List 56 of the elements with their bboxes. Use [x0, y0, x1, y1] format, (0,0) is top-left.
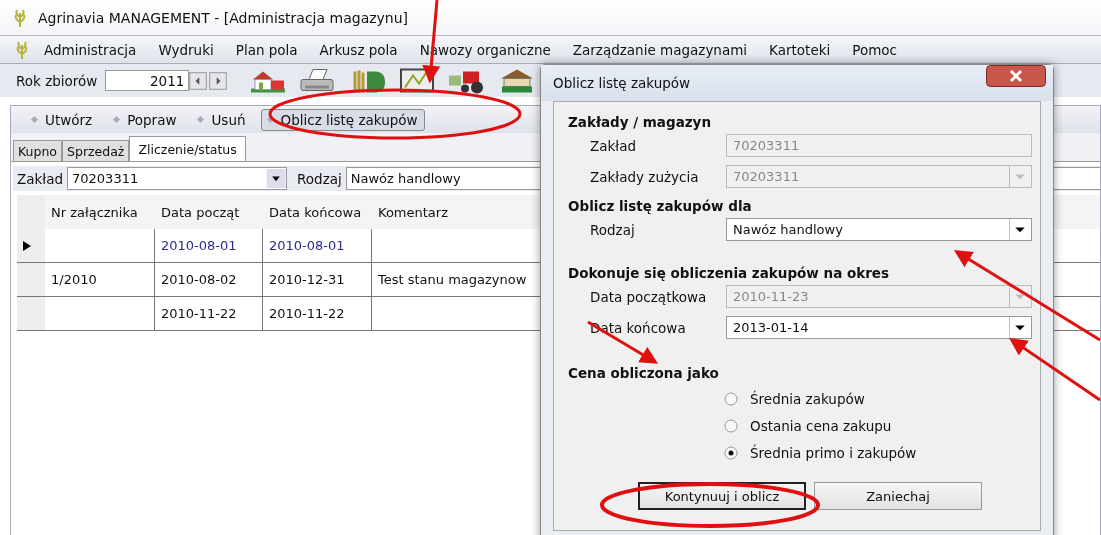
left-arrow-button[interactable]: [189, 70, 208, 91]
column-header[interactable]: Data począt: [155, 195, 263, 229]
field-label: Zakład: [589, 137, 638, 154]
menu-item[interactable]: Zarządzanie magazynami: [572, 41, 748, 58]
year-field[interactable]: 2011: [105, 70, 190, 91]
action-button[interactable]: Oblicz listę zakupów: [260, 108, 425, 131]
dialog-button[interactable]: Zaniechaj: [814, 482, 982, 510]
row-header[interactable]: [17, 229, 45, 262]
radio-button[interactable]: [724, 418, 738, 433]
section-heading: Zakłady / magazyn: [568, 114, 712, 130]
dropdown[interactable]: 2013-01-14: [726, 316, 1032, 339]
menu-item[interactable]: Pomoc: [852, 41, 898, 58]
radio-label: Ostania cena zakupu: [750, 417, 892, 434]
table-cell: 2010-11-22: [263, 297, 372, 330]
table-cell: 2010-11-22: [155, 297, 263, 330]
section-heading: Dokonuje się obliczenia zakupów na okres: [568, 265, 891, 281]
wheat-icon: [14, 40, 30, 59]
menu-item[interactable]: Administracja: [44, 41, 137, 58]
tab[interactable]: Sprzedaż: [62, 140, 130, 161]
radio-label: Średnia primo i zakupów: [750, 444, 917, 461]
dropdown[interactable]: Nawóz handlowy: [726, 218, 1032, 241]
row-pointer-icon: [23, 240, 31, 251]
tab[interactable]: Zliczenie/status: [129, 136, 246, 161]
column-header[interactable]: Nr załącznika: [45, 195, 155, 229]
column-header[interactable]: Data końcowa: [263, 195, 372, 229]
table-cell: 2010-08-01: [155, 229, 263, 262]
action-button[interactable]: Popraw: [107, 108, 184, 131]
year-label: Rok zbiorów: [16, 72, 98, 89]
menu-item[interactable]: Arkusz pola: [319, 41, 398, 58]
radio-button[interactable]: [724, 445, 738, 460]
radio-label: Średnia zakupów: [750, 390, 865, 407]
table-cell: 2010-08-02: [155, 263, 263, 296]
window-title: Agrinavia MANAGEMENT - [Administracja magazynu]: [38, 9, 409, 26]
table-cell: 1/2010: [45, 263, 155, 296]
menu-item[interactable]: Kartoteki: [769, 41, 831, 58]
dialog-title: Oblicz listę zakupów: [553, 75, 691, 91]
radio-button[interactable]: [724, 391, 738, 406]
close-icon[interactable]: [985, 65, 1047, 87]
field-label: Data początkowa: [589, 288, 708, 305]
section-heading: Oblicz listę zakupów dla: [568, 198, 753, 214]
table-cell: 2010-12-31: [263, 263, 372, 296]
right-arrow-button[interactable]: [209, 70, 228, 91]
plant-dropdown[interactable]: 70203311: [67, 167, 288, 190]
menu-item[interactable]: Wydruki: [158, 41, 214, 58]
table-cell-text: Test stanu magazynow: [377, 271, 528, 289]
action-button[interactable]: Utwórz: [25, 108, 100, 131]
type-label: Rodzaj: [297, 170, 342, 187]
action-button[interactable]: Usuń: [191, 108, 253, 131]
tab[interactable]: Kupno: [13, 140, 62, 161]
wheat-icon: [12, 8, 28, 27]
section-heading: Cena obliczona jako: [568, 365, 720, 381]
table-cell: 2010-08-01: [263, 229, 372, 262]
field-label: Rodzaj: [589, 221, 636, 238]
plant-label: Zakład: [17, 170, 64, 187]
field-label: Zakłady zużycia: [589, 168, 700, 185]
menu-item[interactable]: Plan pola: [235, 41, 298, 58]
